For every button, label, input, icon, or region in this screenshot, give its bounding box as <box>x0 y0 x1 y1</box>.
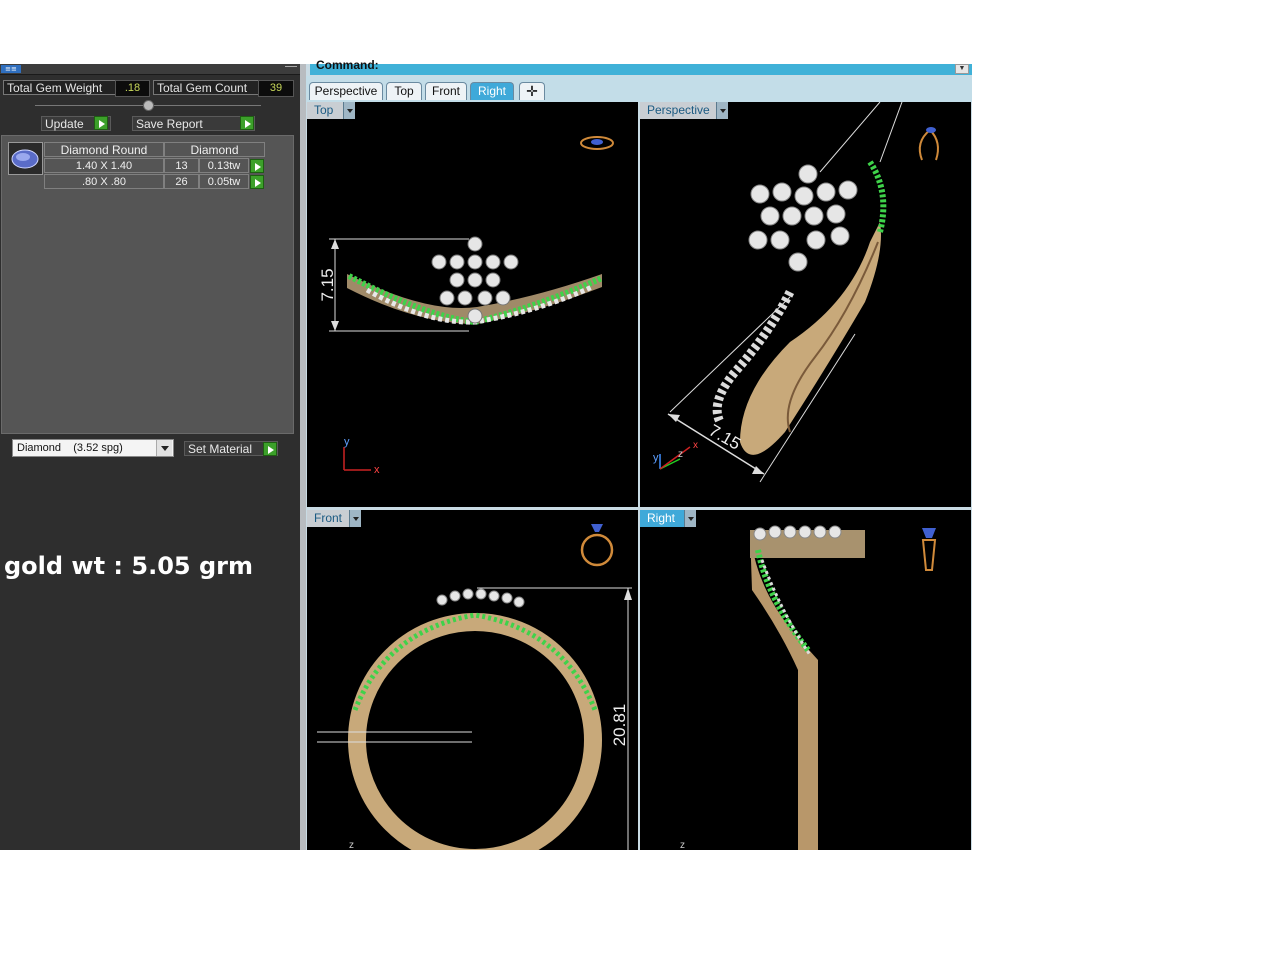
dimension-label: 20.81 <box>610 704 629 747</box>
material-select[interactable]: Diamond (3.52 spg) <box>12 439 174 457</box>
axis-label: x <box>693 440 698 451</box>
viewport-top[interactable]: Top 7.15 y x <box>307 102 638 507</box>
update-play-icon[interactable] <box>94 116 108 130</box>
row-select-icon[interactable] <box>250 159 264 173</box>
ring-thumbnail-icon <box>918 127 939 161</box>
chevron-down-icon[interactable] <box>156 440 172 456</box>
table-header-shape: Diamond Round <box>44 142 164 157</box>
set-material-play-icon[interactable] <box>263 442 277 456</box>
axis-label: y <box>344 436 350 448</box>
command-bar[interactable] <box>310 64 972 75</box>
table-cell-weight: 0.13tw <box>199 158 249 173</box>
save-report-button[interactable]: Save Report <box>132 116 255 131</box>
tab-right[interactable]: Right <box>470 82 514 100</box>
ring-thumbnail-icon <box>580 524 614 567</box>
table-cell-count: 26 <box>164 174 199 189</box>
table-cell-size: 1.40 X 1.40 <box>44 158 164 173</box>
perspective-view-render: 7.15 y z x <box>653 102 939 483</box>
collapse-toggle-icon[interactable] <box>143 100 154 111</box>
panel-menu-icon[interactable]: ≡≡ <box>1 65 21 73</box>
tab-top[interactable]: Top <box>386 82 422 100</box>
axis-label: y <box>653 452 659 464</box>
plus-icon[interactable]: ✛ <box>519 82 545 100</box>
right-view-render: z <box>680 525 937 850</box>
ring-thumbnail-icon <box>580 136 614 150</box>
axis-label: z <box>680 840 685 850</box>
tab-front[interactable]: Front <box>425 82 467 100</box>
panel-title-strip <box>0 64 300 75</box>
table-cell-weight: 0.05tw <box>199 174 249 189</box>
top-view-render: 7.15 y x <box>318 136 614 476</box>
axis-label: x <box>374 464 380 476</box>
table-header-type: Diamond <box>164 142 265 157</box>
dimension-label: 7.15 <box>318 268 337 301</box>
axis-label: z <box>678 449 683 460</box>
total-gem-weight-value: .18 <box>115 80 150 97</box>
round-diamond-icon <box>11 149 39 169</box>
table-cell-count: 13 <box>164 158 199 173</box>
axis-label: z <box>349 840 354 850</box>
gold-weight-annotation: gold wt : 5.05 grm <box>4 552 253 580</box>
command-dropdown-icon[interactable]: ▼ <box>955 64 969 74</box>
table-cell-size: .80 X .80 <box>44 174 164 189</box>
panel-minimize-icon[interactable] <box>285 66 297 72</box>
total-gem-count-value: 39 <box>258 80 294 97</box>
viewport-perspective[interactable]: Perspective 7.15 y z x <box>640 102 971 507</box>
save-report-play-icon[interactable] <box>240 116 254 130</box>
command-label: Command: <box>316 58 379 72</box>
row-select-icon[interactable] <box>250 175 264 189</box>
tab-perspective[interactable]: Perspective <box>309 82 383 100</box>
gem-thumbnail <box>8 142 43 175</box>
viewport-right[interactable]: Right z <box>640 510 971 850</box>
ring-thumbnail-icon <box>921 528 937 571</box>
front-view-render: 20.81 z <box>317 524 632 850</box>
viewport-front[interactable]: Front 20.81 z <box>307 510 638 850</box>
